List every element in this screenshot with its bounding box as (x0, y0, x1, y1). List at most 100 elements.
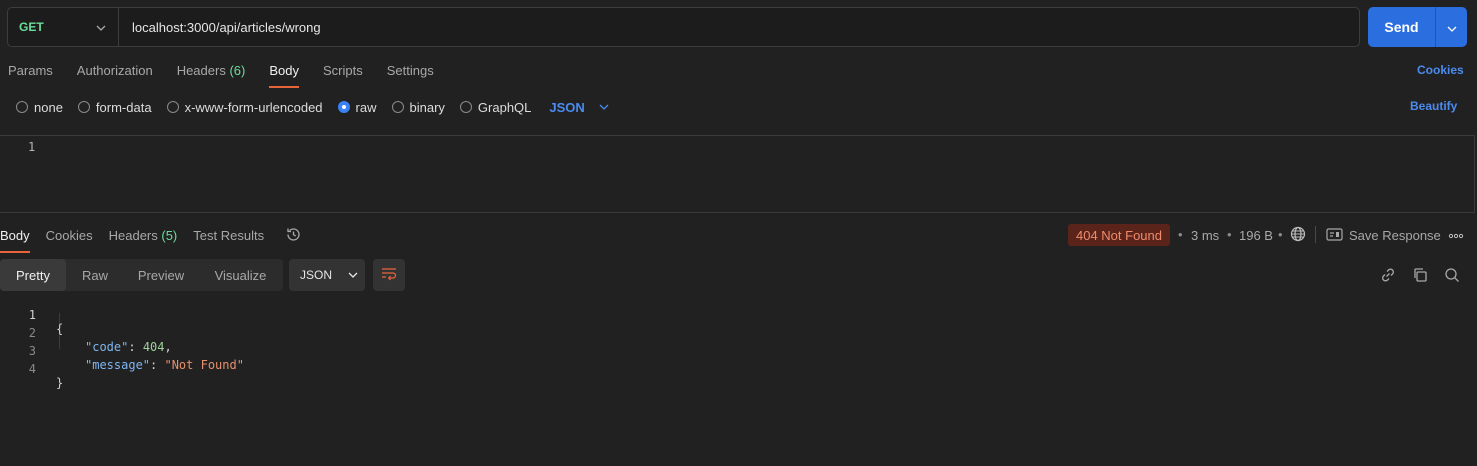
radio-form-data[interactable]: form-data (77, 99, 152, 115)
tab-label: Scripts (322, 63, 363, 78)
tab-body[interactable]: Body (269, 62, 299, 88)
body-language-select[interactable]: JSON (549, 99, 609, 115)
chevron-down-icon (1447, 20, 1457, 35)
radio-label: GraphQL (477, 99, 532, 115)
tab-label: Body (0, 228, 30, 243)
wrap-lines-icon (381, 267, 397, 284)
globe-icon[interactable] (1290, 226, 1306, 245)
json-string: "Not Found" (164, 358, 244, 372)
view-visualize[interactable]: Visualize (198, 259, 283, 291)
search-icon[interactable] (1443, 266, 1461, 284)
request-tabs: Params Authorization Headers (6) Body Sc… (8, 62, 458, 88)
save-response-button[interactable]: Save Response (1349, 228, 1441, 243)
code-line: 3 "message": "Not Found" (0, 330, 244, 372)
view-pretty[interactable]: Pretty (0, 259, 66, 291)
json-text: "code": 404, (85, 340, 172, 354)
headers-count: (6) (229, 63, 246, 78)
tab-scripts[interactable]: Scripts (323, 62, 363, 88)
json-comma: , (164, 340, 172, 354)
response-format-select[interactable]: JSON (289, 259, 365, 291)
radio-binary[interactable]: binary (391, 99, 445, 115)
line-number: 1 (28, 140, 36, 154)
link-icon[interactable] (1379, 266, 1397, 284)
save-response-icon[interactable] (1326, 227, 1343, 245)
tab-label: Headers (108, 228, 158, 243)
view-raw[interactable]: Raw (66, 259, 124, 291)
tab-settings[interactable]: Settings (387, 62, 434, 88)
code-line: 4 } (0, 348, 63, 390)
method-label: GET (19, 20, 44, 34)
response-tabs: Body Cookies Headers (5) Test Results (0, 227, 280, 253)
json-text: "message": "Not Found" (85, 358, 244, 372)
separator-dot: • (1278, 227, 1283, 242)
radio-label: x-www-form-urlencoded (184, 99, 323, 115)
history-icon[interactable] (285, 226, 302, 246)
response-time[interactable]: 3 ms (1191, 228, 1219, 243)
radio-indicator (391, 101, 404, 113)
response-format-label: JSON (300, 268, 333, 282)
send-button-group: Send (1368, 7, 1467, 47)
tab-label: Params (8, 63, 53, 78)
url-input[interactable]: localhost:3000/api/articles/wrong (119, 20, 321, 35)
request-body-editor[interactable]: 1 (0, 135, 1475, 213)
json-key: "message" (85, 358, 151, 372)
json-colon: : (128, 340, 143, 354)
response-tab-headers[interactable]: Headers (5) (109, 227, 178, 253)
tab-label: Cookies (45, 228, 93, 243)
radio-graphql[interactable]: GraphQL (459, 99, 532, 115)
radio-label: none (34, 99, 63, 115)
response-size[interactable]: 196 B (1239, 228, 1273, 243)
radio-urlencoded[interactable]: x-www-form-urlencoded (166, 99, 323, 115)
json-number: 404 (142, 340, 165, 354)
chevron-down-icon (599, 101, 609, 113)
radio-raw[interactable]: raw (337, 99, 377, 115)
code-line: 1 { (0, 294, 63, 336)
tab-label: Headers (176, 63, 226, 78)
json-colon: : (150, 358, 165, 372)
chevron-down-icon (348, 269, 358, 281)
radio-indicator (337, 101, 350, 113)
response-headers-count: (5) (161, 228, 178, 243)
response-tab-body[interactable]: Body (0, 227, 30, 253)
view-mode-segmented: Pretty Raw Preview Visualize (0, 259, 283, 291)
tab-label: Body (269, 63, 299, 78)
tab-authorization[interactable]: Authorization (77, 62, 153, 88)
response-tab-test-results[interactable]: Test Results (193, 227, 264, 253)
cookies-link[interactable]: Cookies (1417, 63, 1464, 77)
body-language-label: JSON (549, 99, 585, 115)
line-number: 4 (28, 362, 36, 376)
tab-headers[interactable]: Headers (6) (177, 62, 246, 88)
send-button[interactable]: Send (1368, 7, 1435, 47)
json-brace: { (56, 322, 64, 336)
body-type-options: none form-data x-www-form-urlencoded raw… (16, 99, 609, 115)
tab-label: Settings (386, 63, 434, 78)
send-options-button[interactable] (1435, 7, 1467, 47)
json-key: "code" (85, 340, 129, 354)
copy-icon[interactable] (1411, 266, 1429, 284)
status-badge[interactable]: 404 Not Found (1068, 224, 1170, 246)
radio-label: form-data (95, 99, 152, 115)
separator-dot: • (1178, 227, 1183, 242)
tab-label: Test Results (193, 228, 265, 243)
radio-label: raw (355, 99, 377, 115)
more-icon[interactable] (1448, 229, 1464, 244)
radio-indicator (459, 101, 472, 113)
radio-label: binary (409, 99, 445, 115)
tab-label: Authorization (76, 63, 153, 78)
radio-none[interactable]: none (16, 100, 63, 115)
code-line: 2 "code": 404, (0, 312, 172, 354)
beautify-button[interactable]: Beautify (1410, 99, 1457, 113)
wrap-lines-button[interactable] (373, 259, 405, 291)
radio-indicator (16, 101, 28, 113)
radio-indicator (77, 101, 90, 113)
view-preview[interactable]: Preview (124, 259, 198, 291)
separator-dot: • (1227, 227, 1232, 242)
radio-indicator (166, 101, 179, 113)
url-bar: GET localhost:3000/api/articles/wrong (7, 7, 1360, 47)
divider (1315, 226, 1316, 243)
json-brace: } (56, 376, 64, 390)
tab-params[interactable]: Params (8, 62, 53, 88)
method-select[interactable]: GET (8, 8, 119, 46)
response-tab-cookies[interactable]: Cookies (46, 227, 93, 253)
chevron-down-icon (96, 20, 106, 34)
